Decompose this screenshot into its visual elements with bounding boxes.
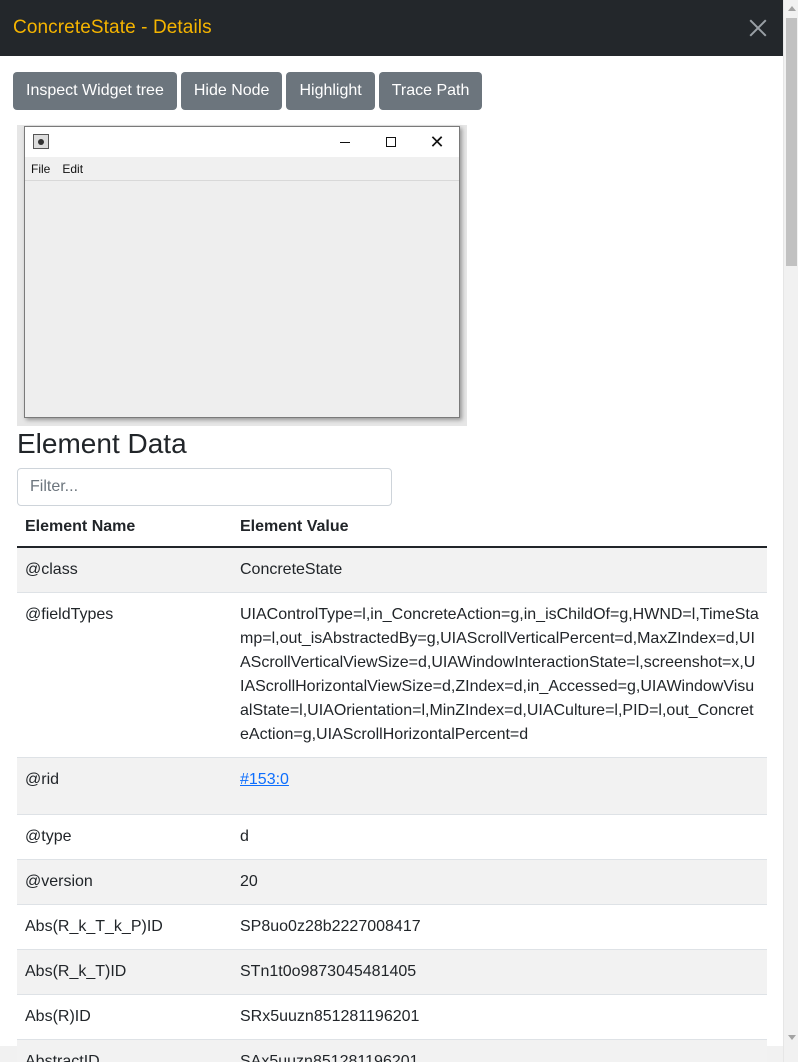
element-value-cell: SRx5uuzn851281196201 xyxy=(232,994,767,1040)
highlight-button[interactable]: Highlight xyxy=(286,72,375,110)
rid-link[interactable]: #153:0 xyxy=(240,771,289,788)
element-name-cell: @class xyxy=(17,546,232,593)
maximize-icon xyxy=(368,127,414,157)
modal-header: ConcreteState - Details xyxy=(0,0,783,56)
table-row: @class ConcreteState xyxy=(17,546,767,593)
menu-file: File xyxy=(31,161,51,176)
table-row: AbstractID SAx5uuzn851281196201 xyxy=(17,1039,767,1062)
vertical-scrollbar[interactable] xyxy=(783,0,798,1062)
table-row: Abs(R_k_T)ID STn1t0o9873045481405 xyxy=(17,949,767,995)
element-value-cell: UIAControlType=l,in_ConcreteAction=g,in_… xyxy=(232,592,767,758)
toolbar: Inspect Widget tree Hide Node Highlight … xyxy=(13,72,483,110)
element-data-heading: Element Data xyxy=(17,428,187,459)
scroll-up-icon[interactable] xyxy=(788,6,796,11)
table-row: @type d xyxy=(17,814,767,860)
window-titlebar: ✕ xyxy=(25,127,459,157)
element-name-cell: @type xyxy=(17,814,232,860)
state-screenshot: ✕ File Edit xyxy=(17,125,467,426)
minimize-icon xyxy=(322,127,368,157)
inspect-widget-tree-button[interactable]: Inspect Widget tree xyxy=(13,72,177,110)
element-name-cell: @rid xyxy=(17,757,232,815)
column-header-name: Element Name xyxy=(17,507,232,548)
element-value-cell: 20 xyxy=(232,859,767,905)
hide-node-button[interactable]: Hide Node xyxy=(180,72,283,110)
element-value-cell: STn1t0o9873045481405 xyxy=(232,949,767,995)
table-row: @rid #153:0 xyxy=(17,757,767,815)
element-name-cell: AbstractID xyxy=(17,1039,232,1062)
window-menubar: File Edit xyxy=(25,157,459,181)
screenshot-window: ✕ File Edit xyxy=(24,126,460,418)
element-value-cell: SP8uo0z28b2227008417 xyxy=(232,904,767,950)
close-icon[interactable] xyxy=(746,16,770,40)
table-row: Abs(R_k_T_k_P)ID SP8uo0z28b2227008417 xyxy=(17,904,767,950)
element-name-cell: Abs(R_k_T)ID xyxy=(17,949,232,995)
element-name-cell: Abs(R_k_T_k_P)ID xyxy=(17,904,232,950)
element-value-cell: ConcreteState xyxy=(232,546,767,593)
element-value-cell: SAx5uuzn851281196201 xyxy=(232,1039,767,1062)
app-icon xyxy=(33,134,49,149)
modal-title: ConcreteState - Details xyxy=(13,17,212,38)
element-name-cell: @fieldTypes xyxy=(17,592,232,758)
element-name-cell: @version xyxy=(17,859,232,905)
menu-edit: Edit xyxy=(62,161,84,176)
filter-input[interactable] xyxy=(17,468,392,506)
window-close-icon: ✕ xyxy=(429,131,445,152)
element-name-cell: Abs(R)ID xyxy=(17,994,232,1040)
trace-path-button[interactable]: Trace Path xyxy=(378,72,483,110)
scroll-down-icon[interactable] xyxy=(788,1035,796,1040)
element-value-cell: #153:0 xyxy=(232,757,767,815)
table-row: @fieldTypes UIAControlType=l,in_Concrete… xyxy=(17,592,767,758)
element-data-table: Element Name Element Value @class Concre… xyxy=(17,507,767,1062)
scrollbar-thumb[interactable] xyxy=(786,18,797,266)
column-header-value: Element Value xyxy=(232,507,767,548)
table-row: @version 20 xyxy=(17,859,767,905)
table-header-row: Element Name Element Value xyxy=(17,507,767,548)
element-value-cell: d xyxy=(232,814,767,860)
table-row: Abs(R)ID SRx5uuzn851281196201 xyxy=(17,994,767,1040)
